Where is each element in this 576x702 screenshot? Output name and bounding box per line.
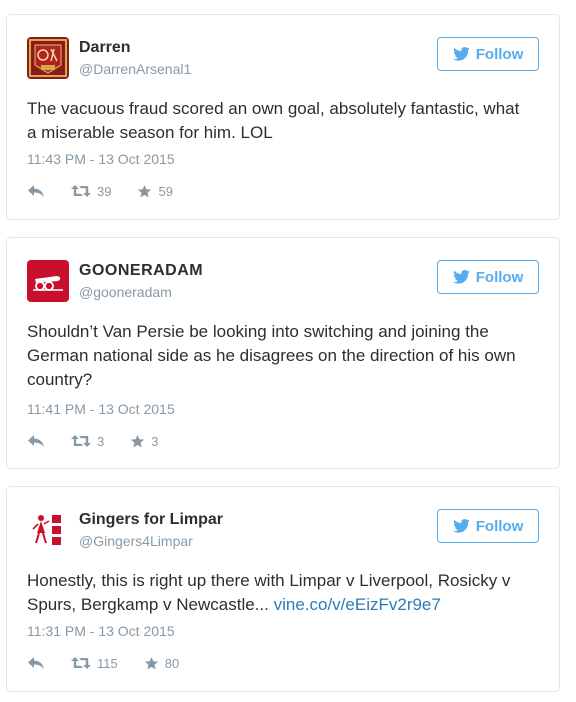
reply-button[interactable] (27, 656, 45, 670)
reply-icon (28, 657, 44, 669)
follow-label: Follow (475, 268, 524, 286)
gingers-logo-icon (27, 509, 69, 551)
retweet-button[interactable]: 39 (71, 184, 111, 199)
retweet-icon (71, 657, 91, 669)
twitter-bird-icon (452, 270, 470, 284)
reply-button[interactable] (27, 434, 45, 448)
reply-button[interactable] (27, 184, 45, 198)
tweet-timestamp[interactable]: 11:31 PM - 13 Oct 2015 (27, 623, 175, 639)
follow-button[interactable]: Follow (437, 37, 539, 71)
twitter-bird-icon (452, 47, 470, 61)
follow-label: Follow (475, 45, 524, 63)
cannon-icon (27, 260, 69, 302)
user-name[interactable]: Darren (79, 39, 131, 57)
tweet-feed: Darren @DarrenArsenal1 Follow The vacuou… (0, 0, 576, 702)
tweet-actions: 3 3 (27, 431, 184, 451)
tweet-body: The vacuous fraud scored an own goal, ab… (27, 99, 520, 142)
tweet-timestamp[interactable]: 11:41 PM - 13 Oct 2015 (27, 401, 175, 417)
retweet-count: 115 (97, 655, 118, 671)
tweet-text: Honestly, this is right up there with Li… (27, 569, 527, 617)
tweet-card: Gingers for Limpar @Gingers4Limpar Follo… (6, 486, 560, 692)
user-name[interactable]: GOONERADAM (79, 262, 203, 280)
tweet-text: The vacuous fraud scored an own goal, ab… (27, 97, 527, 145)
star-icon (131, 434, 145, 447)
favorite-count: 80 (164, 655, 180, 671)
tweet-body: Shouldn’t Van Persie be looking into swi… (27, 322, 516, 389)
tweet-header: Darren @DarrenArsenal1 (27, 37, 387, 79)
tweet-header: Gingers for Limpar @Gingers4Limpar (27, 509, 387, 551)
tweet-header: GOONERADAM @gooneradam (27, 260, 387, 302)
favorite-button[interactable]: 80 (144, 656, 179, 671)
avatar[interactable] (27, 509, 69, 551)
tweet-card: GOONERADAM @gooneradam Follow Shouldn’t … (6, 237, 560, 469)
user-handle[interactable]: @gooneradam (79, 284, 172, 300)
user-handle[interactable]: @Gingers4Limpar (79, 533, 193, 549)
avatar[interactable] (27, 37, 69, 79)
vine-link[interactable]: vine.co/v/eEizFv2r9e7 (274, 595, 441, 614)
tweet-actions: 39 59 (27, 181, 199, 201)
follow-button[interactable]: Follow (437, 509, 539, 543)
follow-button[interactable]: Follow (437, 260, 539, 294)
user-name[interactable]: Gingers for Limpar (79, 511, 223, 529)
star-icon (144, 656, 158, 669)
retweet-button[interactable]: 3 (71, 434, 104, 449)
retweet-count: 3 (97, 433, 105, 449)
tweet-text: Shouldn’t Van Persie be looking into swi… (27, 320, 527, 392)
retweet-button[interactable]: 115 (71, 656, 118, 671)
favorite-count: 3 (151, 433, 159, 449)
favorite-button[interactable]: 59 (137, 183, 173, 199)
tweet-card: Darren @DarrenArsenal1 Follow The vacuou… (6, 14, 560, 220)
twitter-bird-icon (452, 519, 470, 533)
user-handle[interactable]: @DarrenArsenal1 (79, 61, 191, 77)
favorite-count: 59 (158, 183, 173, 199)
arsenal-crest-icon (27, 37, 69, 79)
reply-icon (28, 185, 44, 197)
tweet-timestamp[interactable]: 11:43 PM - 13 Oct 2015 (27, 151, 175, 167)
retweet-count: 39 (97, 183, 112, 199)
star-icon (138, 184, 152, 197)
reply-icon (28, 435, 44, 447)
follow-label: Follow (475, 517, 524, 535)
tweet-actions: 115 80 (27, 653, 205, 673)
favorite-button[interactable]: 3 (130, 434, 158, 449)
retweet-icon (71, 435, 91, 447)
avatar[interactable] (27, 260, 69, 302)
retweet-icon (71, 185, 91, 197)
